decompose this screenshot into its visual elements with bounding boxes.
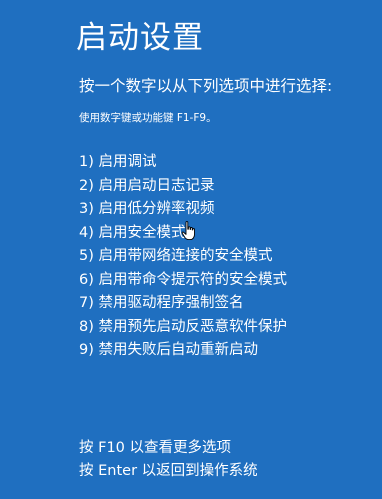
- footer: 按 F10 以查看更多选项 按 Enter 以返回到操作系统: [79, 437, 258, 483]
- page-title: 启动设置: [76, 20, 204, 56]
- option-enable-low-resolution-video[interactable]: 3) 启用低分辨率视频: [79, 198, 287, 222]
- return-to-os-text[interactable]: 按 Enter 以返回到操作系统: [79, 460, 258, 483]
- option-disable-early-launch-antimalware[interactable]: 8) 禁用预先启动反恶意软件保护: [79, 316, 287, 340]
- option-enable-safe-mode-networking[interactable]: 5) 启用带网络连接的安全模式: [79, 245, 287, 269]
- option-enable-boot-logging[interactable]: 2) 启用启动日志记录: [79, 175, 287, 199]
- startup-options-list: 1) 启用调试 2) 启用启动日志记录 3) 启用低分辨率视频 4) 启用安全模…: [79, 151, 287, 363]
- option-enable-safe-mode-command-prompt[interactable]: 6) 启用带命令提示符的安全模式: [79, 269, 287, 293]
- more-options-text[interactable]: 按 F10 以查看更多选项: [79, 437, 258, 460]
- option-enable-debugging[interactable]: 1) 启用调试: [79, 151, 287, 175]
- startup-settings-screen: 启动设置 按一个数字以从下列选项中进行选择: 使用数字键或功能键 F1-F9。 …: [0, 0, 382, 499]
- hand-pointer-icon: [181, 221, 195, 241]
- option-disable-auto-restart[interactable]: 9) 禁用失败后自动重新启动: [79, 339, 287, 363]
- key-hint-text: 使用数字键或功能键 F1-F9。: [79, 112, 217, 124]
- instruction-text: 按一个数字以从下列选项中进行选择:: [79, 77, 333, 95]
- option-disable-driver-signature-enforcement[interactable]: 7) 禁用驱动程序强制签名: [79, 292, 287, 316]
